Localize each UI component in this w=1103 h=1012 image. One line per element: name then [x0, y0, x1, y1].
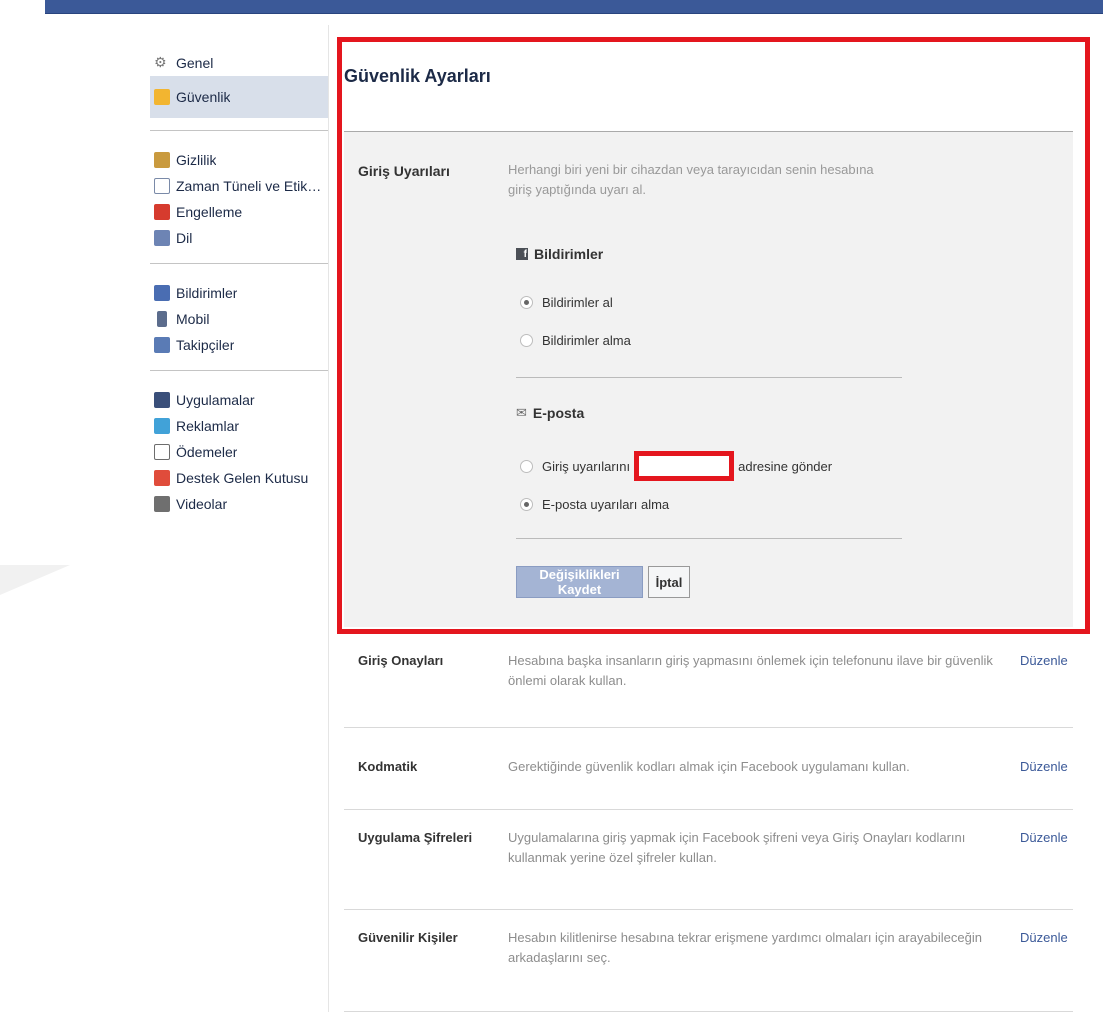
sidebar-item-label: Destek Gelen Kutusu [176, 470, 309, 486]
timeline-icon [154, 178, 170, 194]
edit-link[interactable]: Düzenle [1020, 930, 1068, 945]
support-icon [154, 470, 170, 486]
sidebar-item-label: Genel [176, 55, 214, 71]
sidebar-item-apps[interactable]: Uygulamalar [150, 387, 328, 413]
setting-description: Uygulamalarına giriş yapmak için Faceboo… [508, 830, 966, 865]
setting-description: Hesabına başka insanların giriş yapmasın… [508, 653, 993, 688]
nav-group-general: Genel Güvenlik [150, 50, 328, 131]
notifications-heading: f Bildirimler [516, 246, 603, 262]
sidebar-item-label: Takipçiler [176, 337, 235, 353]
sidebar-item-blocking[interactable]: Engelleme [150, 199, 328, 225]
nav-group-notifications: Bildirimler Mobil Takipçiler [150, 280, 328, 371]
setting-row-login-approvals: Giriş Onayları Hesabına başka insanların… [344, 640, 1073, 728]
facebook-icon: f [516, 248, 528, 260]
section-divider [516, 377, 902, 378]
login-alerts-title: Giriş Uyarıları [358, 163, 450, 179]
block-icon [154, 204, 170, 220]
radio-label: E-posta uyarıları alma [542, 497, 670, 512]
radio-notifications-on[interactable]: Bildirimler al [520, 295, 613, 310]
section-divider [516, 538, 902, 539]
setting-row-app-passwords: Uygulama Şifreleri Uygulamalarına giriş … [344, 810, 1073, 910]
sidebar-item-privacy[interactable]: Gizlilik [150, 147, 328, 173]
radio-button[interactable] [520, 334, 533, 347]
email-heading-label: E-posta [532, 405, 585, 421]
setting-row-code-generator: Kodmatik Gerektiğinde güvenlik kodları a… [344, 728, 1073, 810]
nav-group-apps: Uygulamalar Reklamlar Ödemeler Destek Ge… [150, 387, 328, 529]
globe-icon [154, 230, 170, 246]
sidebar-item-label: Uygulamalar [176, 392, 255, 408]
sidebar-item-mobile[interactable]: Mobil [150, 306, 328, 332]
notifications-icon [154, 285, 170, 301]
setting-title: Kodmatik [358, 759, 418, 774]
setting-title: Uygulama Şifreleri [358, 830, 473, 845]
sidebar-item-language[interactable]: Dil [150, 225, 328, 251]
ads-icon [154, 418, 170, 434]
radio-label: Bildirimler alma [542, 333, 631, 348]
radio-button[interactable] [520, 296, 533, 309]
notifications-heading-label: Bildirimler [534, 246, 604, 262]
sidebar-item-timeline[interactable]: Zaman Tüneli ve Etiketl... [150, 173, 328, 199]
sidebar-item-label: Ödemeler [176, 444, 238, 460]
sidebar-item-general[interactable]: Genel [150, 50, 328, 76]
sidebar-item-videos[interactable]: Videolar [150, 491, 328, 517]
radio-label: Bildirimler al [542, 295, 613, 310]
edit-link[interactable]: Düzenle [1020, 759, 1068, 774]
radio-button[interactable] [520, 498, 533, 511]
settings-sidebar: Genel Güvenlik Gizlilik Zaman Tüneli ve … [150, 50, 328, 545]
sidebar-item-label: Bildirimler [176, 285, 238, 301]
sidebar-item-payments[interactable]: Ödemeler [150, 439, 328, 465]
top-bar [45, 0, 1103, 14]
sidebar-item-support-inbox[interactable]: Destek Gelen Kutusu [150, 465, 328, 491]
save-changes-button[interactable]: Değişiklikleri Kaydet [516, 566, 643, 598]
setting-row-trusted-contacts: Güvenilir Kişiler Hesabın kilitlenirse h… [344, 910, 1073, 1012]
cancel-button[interactable]: İptal [648, 566, 690, 598]
sidebar-item-notifications[interactable]: Bildirimler [150, 280, 328, 306]
video-icon [154, 496, 170, 512]
radio-label-suffix: adresine gönder [738, 458, 833, 474]
mobile-icon [157, 311, 167, 327]
radio-notifications-off[interactable]: Bildirimler alma [520, 333, 631, 348]
apps-icon [154, 392, 170, 408]
sidebar-item-label: Reklamlar [176, 418, 240, 434]
setting-description: Gerektiğinde güvenlik kodları almak için… [508, 759, 910, 774]
envelope-icon: ✉ [516, 405, 527, 420]
sidebar-item-ads[interactable]: Reklamlar [150, 413, 328, 439]
edit-link[interactable]: Düzenle [1020, 653, 1068, 668]
redacted-email-address [634, 451, 735, 481]
shield-icon [154, 89, 170, 105]
login-alerts-panel [344, 132, 1073, 627]
radio-email-off[interactable]: E-posta uyarıları alma [520, 497, 669, 512]
sidebar-item-label: Dil [176, 230, 193, 246]
rss-icon [154, 337, 170, 353]
radio-button[interactable] [520, 459, 533, 473]
page-title: Güvenlik Ayarları [344, 66, 491, 86]
setting-title: Güvenilir Kişiler [358, 930, 458, 945]
decorative-shadow [0, 565, 70, 635]
login-alerts-description: Herhangi biri yeni bir cihazdan veya tar… [508, 162, 874, 197]
payments-icon [154, 444, 170, 460]
sidebar-item-label: Videolar [176, 496, 228, 512]
sidebar-item-followers[interactable]: Takipçiler [150, 332, 328, 358]
lock-icon [154, 152, 170, 168]
sidebar-item-label: Mobil [176, 311, 210, 327]
gear-icon [154, 54, 170, 71]
sidebar-item-label: Zaman Tüneli ve Etiketl... [176, 178, 328, 194]
sidebar-item-label: Engelleme [176, 204, 243, 220]
radio-label-prefix: Giriş uyarılarını [542, 458, 631, 474]
radio-email-send[interactable]: Giriş uyarılarını adresine gönder [520, 451, 832, 481]
sidebar-item-label: Güvenlik [176, 89, 231, 105]
sidebar-item-label: Gizlilik [176, 152, 217, 168]
nav-group-privacy: Gizlilik Zaman Tüneli ve Etiketl... Enge… [150, 147, 328, 264]
sidebar-item-security[interactable]: Güvenlik [150, 76, 328, 118]
edit-link[interactable]: Düzenle [1020, 830, 1068, 845]
setting-description: Hesabın kilitlenirse hesabına tekrar eri… [508, 930, 982, 965]
setting-title: Giriş Onayları [358, 653, 444, 668]
email-heading: ✉ E-posta [516, 405, 584, 421]
